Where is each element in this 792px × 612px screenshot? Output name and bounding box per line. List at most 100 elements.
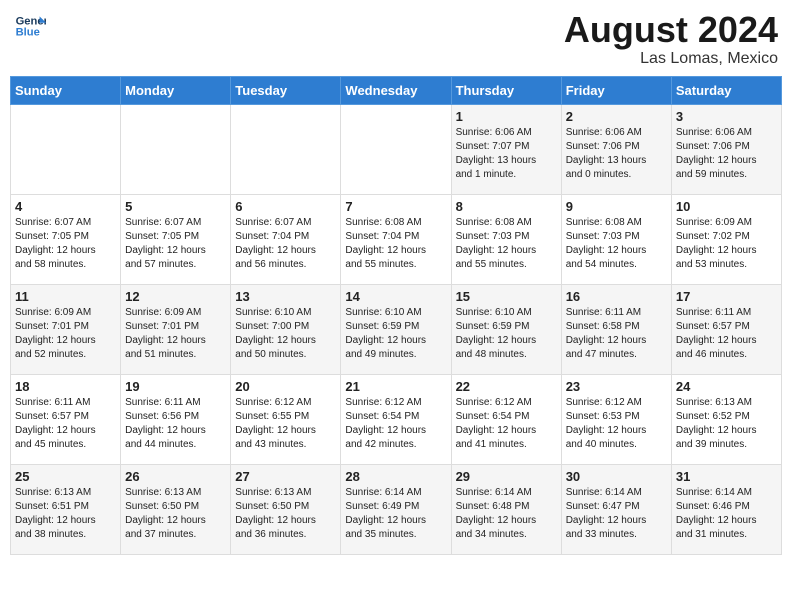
col-tuesday: Tuesday [231, 76, 341, 104]
day-content: Sunrise: 6:12 AM Sunset: 6:54 PM Dayligh… [456, 396, 557, 452]
day-content: Sunrise: 6:08 AM Sunset: 7:04 PM Dayligh… [345, 216, 446, 272]
day-number: 14 [345, 289, 446, 304]
day-content: Sunrise: 6:08 AM Sunset: 7:03 PM Dayligh… [456, 216, 557, 272]
table-row: 21Sunrise: 6:12 AM Sunset: 6:54 PM Dayli… [341, 374, 451, 464]
day-content: Sunrise: 6:10 AM Sunset: 6:59 PM Dayligh… [345, 306, 446, 362]
day-number: 7 [345, 199, 446, 214]
calendar-header-row: Sunday Monday Tuesday Wednesday Thursday… [11, 76, 782, 104]
table-row: 20 Sunrise: 6:12 AM Sunset: 6:55 PM Dayli… [231, 374, 341, 464]
day-number: 16 [566, 289, 667, 304]
day-number: 20 [235, 379, 336, 394]
col-thursday: Thursday [451, 76, 561, 104]
table-row: 17 Sunrise: 6:11 AM Sunset: 6:57 PM Dayli… [671, 284, 781, 374]
day-number: 13 [235, 289, 336, 304]
day-number: 31 [676, 469, 777, 484]
table-row: 5Sunrise: 6:07 AM Sunset: 7:05 PM Daylig… [121, 194, 231, 284]
calendar-week-row: 4Sunrise: 6:07 AM Sunset: 7:05 PM Daylig… [11, 194, 782, 284]
table-row: 16 Sunrise: 6:11 AM Sunset: 6:58 PM Dayli… [561, 284, 671, 374]
table-row: 11 Sunrise: 6:09 AM Sunset: 7:01 PM Dayli… [11, 284, 121, 374]
calendar-table: Sunday Monday Tuesday Wednesday Thursday… [10, 76, 782, 555]
col-sunday: Sunday [11, 76, 121, 104]
col-saturday: Saturday [671, 76, 781, 104]
table-row: 7 Sunrise: 6:08 AM Sunset: 7:04 PM Daylig… [341, 194, 451, 284]
day-content: Sunrise: 6:13 AM Sunset: 6:50 PM Dayligh… [125, 486, 226, 542]
day-number: 23 [566, 379, 667, 394]
day-number: 8 [456, 199, 557, 214]
calendar-week-row: 1 Sunrise: 6:06 AM Sunset: 7:07 PM Daylig… [11, 104, 782, 194]
day-number: 30 [566, 469, 667, 484]
day-content: Sunrise: 6:10 AM Sunset: 6:59 PM Dayligh… [456, 306, 557, 362]
col-monday: Monday [121, 76, 231, 104]
col-wednesday: Wednesday [341, 76, 451, 104]
table-row: 18 Sunrise: 6:11 AM Sunset: 6:57 PM Dayli… [11, 374, 121, 464]
table-row: 29 Sunrise: 6:14 AM Sunset: 6:48 PM Dayli… [451, 464, 561, 554]
day-number: 22 [456, 379, 557, 394]
day-number: 12 [125, 289, 226, 304]
table-row: 9Sunrise: 6:08 AM Sunset: 7:03 PM Daylig… [561, 194, 671, 284]
day-content: Sunrise: 6:09 AM Sunset: 7:01 PM Dayligh… [15, 306, 116, 362]
day-number: 19 [125, 379, 226, 394]
table-row: 24 Sunrise: 6:13 AM Sunset: 6:52 PM Dayli… [671, 374, 781, 464]
day-content: Sunrise: 6:06 AM Sunset: 7:07 PM Dayligh… [456, 126, 557, 182]
day-content: Sunrise: 6:07 AM Sunset: 7:05 PM Dayligh… [15, 216, 116, 272]
day-content: Sunrise: 6:14 AM Sunset: 6:47 PM Dayligh… [566, 486, 667, 542]
day-number: 21 [345, 379, 446, 394]
day-content: Sunrise: 6:11 AM Sunset: 6:58 PM Dayligh… [566, 306, 667, 362]
day-content: Sunrise: 6:11 AM Sunset: 6:57 PM Dayligh… [676, 306, 777, 362]
table-row: 1 Sunrise: 6:06 AM Sunset: 7:07 PM Daylig… [451, 104, 561, 194]
table-row: 12 Sunrise: 6:09 AM Sunset: 7:01 PM Dayli… [121, 284, 231, 374]
table-row: 10Sunrise: 6:09 AM Sunset: 7:02 PM Dayli… [671, 194, 781, 284]
svg-text:Blue: Blue [16, 27, 40, 39]
day-content: Sunrise: 6:14 AM Sunset: 6:48 PM Dayligh… [456, 486, 557, 542]
day-content: Sunrise: 6:12 AM Sunset: 6:55 PM Dayligh… [235, 396, 336, 452]
table-row [341, 104, 451, 194]
table-row: 23 Sunrise: 6:12 AM Sunset: 6:53 PM Dayli… [561, 374, 671, 464]
logo-icon: General Blue [14, 10, 46, 42]
day-number: 2 [566, 109, 667, 124]
day-number: 3 [676, 109, 777, 124]
day-number: 18 [15, 379, 116, 394]
day-number: 28 [345, 469, 446, 484]
day-content: Sunrise: 6:09 AM Sunset: 7:01 PM Dayligh… [125, 306, 226, 362]
day-number: 25 [15, 469, 116, 484]
table-row: 25 Sunrise: 6:13 AM Sunset: 6:51 PM Dayli… [11, 464, 121, 554]
table-row [11, 104, 121, 194]
day-content: Sunrise: 6:13 AM Sunset: 6:52 PM Dayligh… [676, 396, 777, 452]
day-content: Sunrise: 6:06 AM Sunset: 7:06 PM Dayligh… [676, 126, 777, 182]
day-number: 15 [456, 289, 557, 304]
day-number: 17 [676, 289, 777, 304]
day-content: Sunrise: 6:06 AM Sunset: 7:06 PM Dayligh… [566, 126, 667, 182]
day-content: Sunrise: 6:14 AM Sunset: 6:46 PM Dayligh… [676, 486, 777, 542]
day-number: 24 [676, 379, 777, 394]
day-content: Sunrise: 6:14 AM Sunset: 6:49 PM Dayligh… [345, 486, 446, 542]
table-row: 31 Sunrise: 6:14 AM Sunset: 6:46 PM Dayli… [671, 464, 781, 554]
day-number: 11 [15, 289, 116, 304]
day-content: Sunrise: 6:07 AM Sunset: 7:05 PM Dayligh… [125, 216, 226, 272]
day-number: 29 [456, 469, 557, 484]
calendar-week-row: 18 Sunrise: 6:11 AM Sunset: 6:57 PM Dayli… [11, 374, 782, 464]
day-content: Sunrise: 6:12 AM Sunset: 6:53 PM Dayligh… [566, 396, 667, 452]
calendar-week-row: 11 Sunrise: 6:09 AM Sunset: 7:01 PM Dayli… [11, 284, 782, 374]
title-block: August 2024 Las Lomas, Mexico [564, 10, 778, 68]
table-row: 2 Sunrise: 6:06 AM Sunset: 7:06 PM Daylig… [561, 104, 671, 194]
day-number: 10 [676, 199, 777, 214]
table-row: 14 Sunrise: 6:10 AM Sunset: 6:59 PM Dayli… [341, 284, 451, 374]
logo: General Blue [14, 10, 46, 42]
day-content: Sunrise: 6:11 AM Sunset: 6:57 PM Dayligh… [15, 396, 116, 452]
page-title: August 2024 [564, 10, 778, 50]
page-subtitle: Las Lomas, Mexico [564, 50, 778, 68]
table-row: 30 Sunrise: 6:14 AM Sunset: 6:47 PM Dayli… [561, 464, 671, 554]
table-row: 19Sunrise: 6:11 AM Sunset: 6:56 PM Dayli… [121, 374, 231, 464]
calendar-week-row: 25 Sunrise: 6:13 AM Sunset: 6:51 PM Dayli… [11, 464, 782, 554]
page-header: General Blue August 2024 Las Lomas, Mexi… [10, 10, 782, 68]
day-content: Sunrise: 6:07 AM Sunset: 7:04 PM Dayligh… [235, 216, 336, 272]
day-number: 6 [235, 199, 336, 214]
day-number: 26 [125, 469, 226, 484]
table-row: 15 Sunrise: 6:10 AM Sunset: 6:59 PM Dayli… [451, 284, 561, 374]
table-row: 13 Sunrise: 6:10 AM Sunset: 7:00 PM Dayli… [231, 284, 341, 374]
day-number: 1 [456, 109, 557, 124]
table-row: 6 Sunrise: 6:07 AM Sunset: 7:04 PM Daylig… [231, 194, 341, 284]
day-content: Sunrise: 6:13 AM Sunset: 6:51 PM Dayligh… [15, 486, 116, 542]
table-row: 26 Sunrise: 6:13 AM Sunset: 6:50 PM Dayli… [121, 464, 231, 554]
day-content: Sunrise: 6:10 AM Sunset: 7:00 PM Dayligh… [235, 306, 336, 362]
